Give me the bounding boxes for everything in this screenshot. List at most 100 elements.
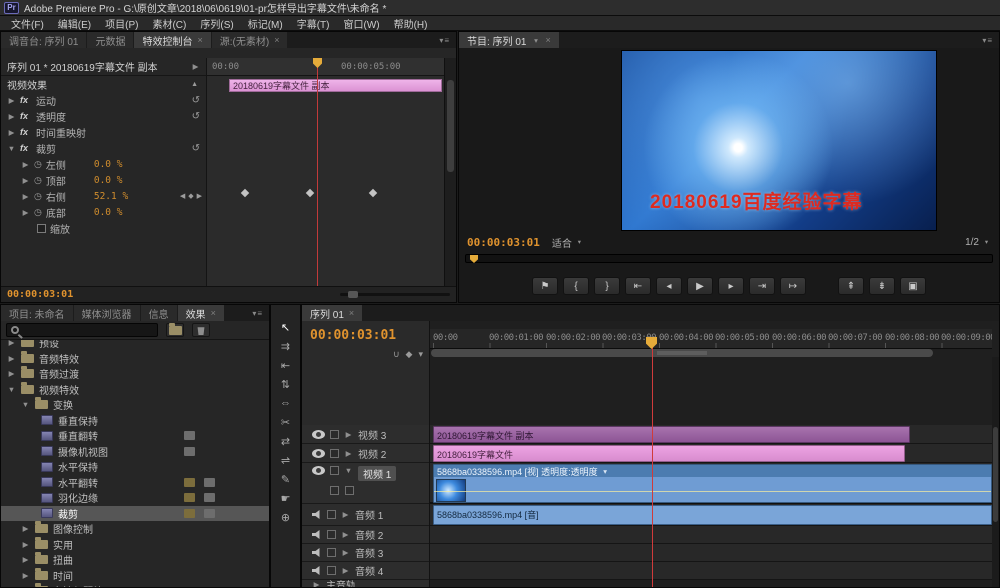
- tab-program-monitor[interactable]: 节目: 序列 01 ▾ ×: [459, 32, 559, 48]
- chevron-down-icon[interactable]: ▾: [601, 467, 610, 476]
- menu-edit[interactable]: 编辑(E): [51, 16, 98, 31]
- chevron-down-icon[interactable]: ▼: [7, 385, 16, 394]
- chevron-right-icon[interactable]: ▶: [312, 580, 321, 587]
- chevron-right-icon[interactable]: ▶: [21, 540, 30, 549]
- chevron-right-icon[interactable]: ▶: [21, 586, 30, 587]
- speaker-icon[interactable]: [312, 548, 320, 557]
- search-input[interactable]: [23, 324, 153, 336]
- zoom-slider[interactable]: [340, 291, 450, 298]
- param-row-left[interactable]: ▶ ◷ 左侧 0.0 %: [1, 156, 206, 172]
- step-back-button[interactable]: ◂: [656, 277, 682, 295]
- set-display-style-icon[interactable]: [330, 486, 339, 495]
- reset-effect-icon[interactable]: ↺: [192, 95, 200, 106]
- timeline-ruler[interactable]: 00:00 00:00:01:00 00:00:02:00 00:00:03:0…: [430, 329, 992, 349]
- toggle-animation-icon[interactable]: ◷: [34, 159, 42, 170]
- video-clip-v1[interactable]: 5868ba0338596.mp4 [视] 透明度:透明度 ▾: [433, 464, 992, 503]
- chevron-right-icon[interactable]: ▶: [191, 62, 200, 71]
- export-frame-button[interactable]: ▣: [900, 277, 926, 295]
- selection-tool[interactable]: ↖: [274, 318, 298, 336]
- toggle-track-output-icon[interactable]: [312, 448, 325, 458]
- param-value[interactable]: 0.0 %: [94, 207, 123, 218]
- tree-item-vertical-hold[interactable]: 垂直保持: [1, 413, 269, 429]
- effect-row-time-remap[interactable]: ▶ fx 时间重映射: [1, 124, 206, 140]
- timeline-timecode[interactable]: 00:00:03:01: [310, 328, 396, 343]
- scrollbar-thumb[interactable]: [993, 427, 998, 522]
- chevron-right-icon[interactable]: ▶: [21, 571, 30, 580]
- reset-effect-icon[interactable]: ↺: [192, 143, 200, 154]
- speaker-icon[interactable]: [312, 530, 320, 539]
- speaker-icon[interactable]: [312, 510, 320, 519]
- chevron-right-icon[interactable]: ▶: [341, 548, 350, 557]
- panel-menu-icon[interactable]: ▾≡: [246, 305, 269, 321]
- zoom-slider-thumb[interactable]: [348, 291, 358, 298]
- chevron-right-icon[interactable]: ▶: [341, 530, 350, 539]
- panel-menu-icon[interactable]: ▾≡: [433, 32, 456, 48]
- param-row-top[interactable]: ▶ ◷ 顶部 0.0 %: [1, 172, 206, 188]
- chevron-right-icon[interactable]: ▶: [21, 208, 30, 217]
- dropdown-icon[interactable]: ▾: [531, 36, 540, 45]
- toggle-animation-icon[interactable]: ◷: [34, 191, 42, 202]
- go-to-in-button[interactable]: ⇤: [625, 277, 651, 295]
- effect-row-crop[interactable]: ▼ fx 裁剪 ↺: [1, 140, 206, 156]
- effect-controls-clip-bar[interactable]: 20180619字幕文件 副本: [229, 79, 442, 92]
- menu-help[interactable]: 帮助(H): [387, 16, 435, 31]
- track-lock-toggle[interactable]: [327, 510, 336, 519]
- current-timecode[interactable]: 00:00:03:01: [7, 289, 73, 300]
- add-marker-button[interactable]: ⚑: [532, 277, 558, 295]
- tab-effect-controls[interactable]: 特效控制台 ×: [134, 32, 211, 48]
- play-button[interactable]: ▶: [687, 277, 713, 295]
- audio-clip-a1[interactable]: 5868ba0338596.mp4 [音]: [433, 505, 992, 525]
- snap-icon[interactable]: ∪: [393, 349, 400, 360]
- menu-clip[interactable]: 素材(C): [145, 16, 193, 31]
- keyframe-icon[interactable]: [305, 188, 315, 198]
- tree-item-video-effects[interactable]: ▼ 视频特效: [1, 381, 269, 398]
- ripple-edit-tool[interactable]: ⇤: [274, 356, 298, 374]
- lift-button[interactable]: ⇞: [838, 277, 864, 295]
- vertical-scrollbar[interactable]: [992, 357, 999, 587]
- toggle-track-output-icon[interactable]: [312, 429, 325, 439]
- tree-item-distort[interactable]: ▶ 扭曲: [1, 552, 269, 568]
- add-keyframe-button[interactable]: ◆: [188, 192, 193, 200]
- keyframe-icon[interactable]: [240, 188, 250, 198]
- tree-item-utility[interactable]: ▶ 实用: [1, 536, 269, 553]
- tree-item-horizontal-flip[interactable]: 水平翻转: [1, 475, 269, 491]
- chevron-right-icon[interactable]: ▶: [341, 566, 350, 575]
- panel-menu-icon[interactable]: ▾≡: [976, 32, 999, 48]
- speaker-icon[interactable]: [312, 566, 320, 575]
- chevron-right-icon[interactable]: ▶: [341, 510, 350, 519]
- vertical-scrollbar[interactable]: [444, 58, 456, 286]
- tab-sequence-01[interactable]: 序列 01 ×: [302, 305, 363, 321]
- tree-item-audio-effects[interactable]: ▶ 音频特效: [1, 350, 269, 367]
- audio-lane-3[interactable]: [430, 544, 992, 562]
- toggle-animation-icon[interactable]: ◷: [34, 175, 42, 186]
- set-marker-icon[interactable]: ◆: [406, 349, 413, 360]
- chevron-right-icon[interactable]: ▶: [344, 430, 353, 439]
- monitor-scrubber[interactable]: [465, 254, 993, 263]
- tree-item-time[interactable]: ▶ 时间: [1, 567, 269, 584]
- track-lock-toggle[interactable]: [327, 548, 336, 557]
- param-value[interactable]: 0.0 %: [94, 175, 123, 186]
- tab-source-monitor[interactable]: 源:(无素材) ×: [211, 32, 288, 48]
- tree-item-noise-grain[interactable]: ▶ 杂波与颗粒: [1, 583, 269, 587]
- menu-title[interactable]: 字幕(T): [290, 16, 337, 31]
- pen-tool[interactable]: ✎: [274, 470, 298, 488]
- chevron-right-icon[interactable]: ▶: [7, 112, 16, 121]
- effect-controls-ruler[interactable]: 00:00 00:00:05:00: [206, 58, 444, 76]
- track-select-tool[interactable]: ⇉: [274, 337, 298, 355]
- scrollbar-thumb[interactable]: [447, 80, 454, 172]
- razor-tool[interactable]: ✂: [274, 413, 298, 431]
- chevron-right-icon[interactable]: ▶: [21, 192, 30, 201]
- step-forward-button[interactable]: ▸: [718, 277, 744, 295]
- playback-resolution-dropdown[interactable]: 1/2 ▾: [965, 237, 991, 248]
- param-value[interactable]: 0.0 %: [94, 159, 123, 170]
- tab-media-browser[interactable]: 媒体浏览器: [73, 305, 140, 321]
- hand-tool[interactable]: ☛: [274, 489, 298, 507]
- rate-stretch-tool[interactable]: ⇔: [274, 394, 298, 412]
- tab-audio-mixer[interactable]: 调音台: 序列 01: [1, 32, 87, 48]
- chevron-right-icon[interactable]: ▶: [7, 340, 16, 347]
- close-icon[interactable]: ×: [211, 308, 216, 318]
- close-icon[interactable]: ×: [274, 35, 279, 45]
- new-custom-bin-button[interactable]: [166, 322, 184, 337]
- work-area-bar[interactable]: [431, 349, 933, 357]
- program-timecode[interactable]: 00:00:03:01: [467, 236, 540, 249]
